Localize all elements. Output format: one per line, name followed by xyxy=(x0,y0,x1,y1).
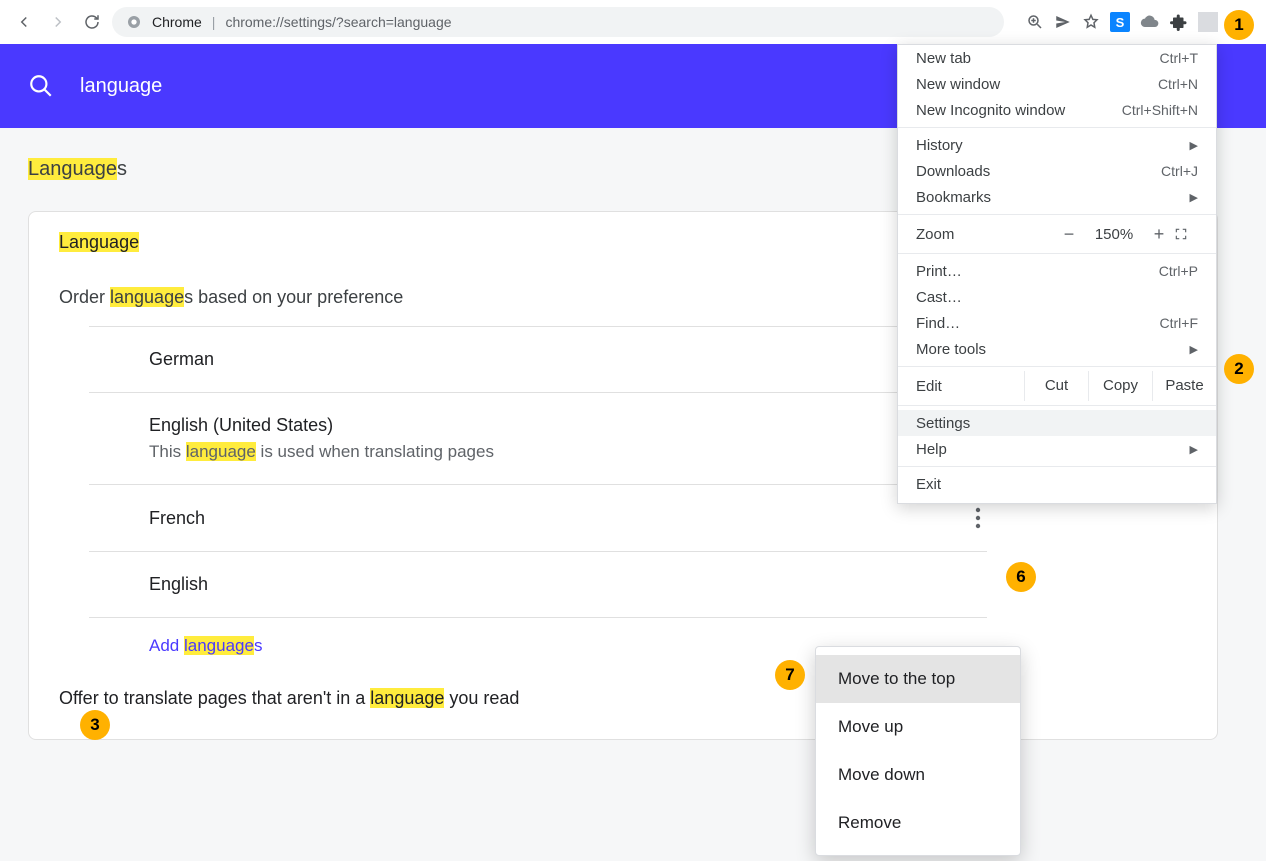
zoom-out-button[interactable]: − xyxy=(1054,224,1084,245)
chrome-menu: New tabCtrl+T New windowCtrl+N New Incog… xyxy=(897,44,1217,504)
menu-new-tab[interactable]: New tabCtrl+T xyxy=(898,45,1216,71)
menu-help[interactable]: Help▶ xyxy=(898,436,1216,462)
extension-skype-icon[interactable]: S xyxy=(1110,12,1130,32)
lang-sublabel: This language is used when translating p… xyxy=(149,442,494,462)
profile-avatar[interactable] xyxy=(1198,12,1218,32)
menu-settings[interactable]: Settings xyxy=(898,410,1216,436)
lang-row-english-us[interactable]: English (United States) This language is… xyxy=(89,393,987,485)
toolbar-actions: S xyxy=(1026,8,1256,36)
step-badge-2: 2 xyxy=(1224,354,1254,384)
lang-row-french[interactable]: French xyxy=(89,485,987,552)
chrome-icon xyxy=(126,14,142,30)
lang-label: English xyxy=(149,574,208,595)
menu-new-incognito[interactable]: New Incognito windowCtrl+Shift+N xyxy=(898,97,1216,123)
menu-find[interactable]: Find…Ctrl+F xyxy=(898,310,1216,336)
search-icon xyxy=(28,73,54,99)
menu-exit[interactable]: Exit xyxy=(898,471,1216,497)
menu-paste[interactable]: Paste xyxy=(1152,371,1216,401)
offer-translate-row[interactable]: Offer to translate pages that aren't in … xyxy=(29,674,1217,709)
back-button[interactable] xyxy=(10,8,38,36)
search-query[interactable]: language xyxy=(80,75,162,98)
menu-bookmarks[interactable]: Bookmarks▶ xyxy=(898,184,1216,210)
add-languages-link[interactable]: Add languages xyxy=(149,636,1217,656)
zoom-indicator-icon[interactable] xyxy=(1026,13,1044,31)
menu-copy[interactable]: Copy xyxy=(1088,371,1152,401)
lang-label: French xyxy=(149,508,205,529)
step-badge-7: 7 xyxy=(775,660,805,690)
omnibox-sep: | xyxy=(212,14,216,30)
ctx-move-up[interactable]: Move up xyxy=(816,703,1020,751)
zoom-value: 150% xyxy=(1084,226,1144,243)
ctx-move-top[interactable]: Move to the top xyxy=(816,655,1020,703)
lang-label: English (United States) xyxy=(149,415,494,436)
star-icon[interactable] xyxy=(1082,13,1100,31)
menu-new-window[interactable]: New windowCtrl+N xyxy=(898,71,1216,97)
lang-label: German xyxy=(149,349,214,370)
step-badge-6: 6 xyxy=(1006,562,1036,592)
lang-row-german[interactable]: German xyxy=(89,326,987,393)
lang-row-english[interactable]: English xyxy=(89,552,987,618)
menu-cut[interactable]: Cut xyxy=(1024,371,1088,401)
extension-cloud-icon[interactable] xyxy=(1140,12,1160,32)
menu-downloads[interactable]: DownloadsCtrl+J xyxy=(898,158,1216,184)
menu-print[interactable]: Print…Ctrl+P xyxy=(898,258,1216,284)
ctx-remove[interactable]: Remove xyxy=(816,799,1020,847)
language-context-menu: Move to the top Move up Move down Remove xyxy=(815,646,1021,856)
menu-zoom: Zoom − 150% + xyxy=(898,219,1216,249)
omnibox-host: Chrome xyxy=(152,14,202,30)
omnibox[interactable]: Chrome | chrome://settings/?search=langu… xyxy=(112,7,1004,37)
ctx-move-down[interactable]: Move down xyxy=(816,751,1020,799)
menu-history[interactable]: History▶ xyxy=(898,132,1216,158)
reload-button[interactable] xyxy=(78,8,106,36)
send-icon[interactable] xyxy=(1054,13,1072,31)
step-badge-3: 3 xyxy=(80,710,110,740)
browser-toolbar: Chrome | chrome://settings/?search=langu… xyxy=(0,0,1266,44)
extensions-icon[interactable] xyxy=(1170,13,1188,31)
fullscreen-button[interactable] xyxy=(1174,227,1202,241)
step-badge-1: 1 xyxy=(1224,10,1254,40)
forward-button[interactable] xyxy=(44,8,72,36)
menu-cast[interactable]: Cast… xyxy=(898,284,1216,310)
zoom-in-button[interactable]: + xyxy=(1144,224,1174,245)
omnibox-path: chrome://settings/?search=language xyxy=(225,14,451,30)
menu-edit-row: Edit Cut Copy Paste xyxy=(898,371,1216,401)
more-vert-icon[interactable] xyxy=(969,507,987,529)
menu-more-tools[interactable]: More tools▶ xyxy=(898,336,1216,362)
